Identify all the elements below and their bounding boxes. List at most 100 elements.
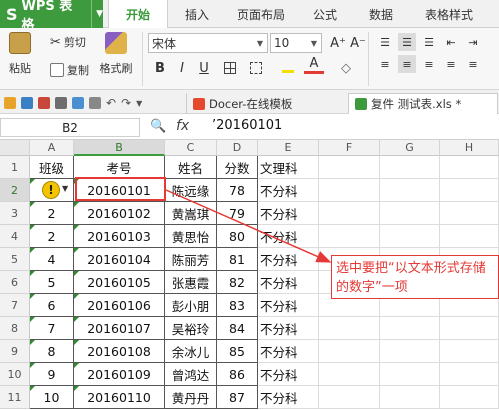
cell-e[interactable]: 不分科 (258, 294, 319, 317)
cell-e[interactable]: 不分科 (258, 271, 319, 294)
cell-d[interactable]: 分数 (217, 156, 258, 179)
distributed-icon[interactable]: ≡ (464, 55, 482, 73)
tab-table-style[interactable]: 表格样式 (412, 0, 486, 28)
docer-tab[interactable]: Docer-在线模板 (186, 93, 336, 114)
zoom-search-icon[interactable]: 🔍 (150, 119, 166, 134)
cell-d[interactable]: 84 (217, 317, 258, 340)
cell-f[interactable] (319, 386, 380, 409)
clear-format-button[interactable]: ◇ (336, 58, 356, 78)
italic-button[interactable]: I (172, 58, 192, 78)
cell-d[interactable]: 83 (217, 294, 258, 317)
align-bottom-icon[interactable]: ☰ (420, 33, 438, 51)
cell-g[interactable] (380, 179, 440, 202)
open-folder-icon[interactable] (4, 97, 16, 109)
cell-g[interactable] (380, 363, 440, 386)
cut-button[interactable]: ✂ 剪切 (50, 34, 86, 50)
select-all-corner[interactable] (0, 140, 30, 156)
font-name-select[interactable]: 宋体 ▼ (148, 33, 268, 53)
copy-button[interactable]: 复制 (50, 62, 89, 78)
cell-d[interactable]: 78 (217, 179, 258, 202)
shrink-font-button[interactable]: A⁻ (348, 33, 368, 53)
cell-h[interactable] (440, 386, 499, 409)
row-header[interactable]: 11 (0, 386, 30, 409)
cell-a[interactable]: 6 (30, 294, 74, 317)
cell-g[interactable] (380, 202, 440, 225)
cell-g[interactable] (380, 156, 440, 179)
bold-button[interactable]: B (150, 58, 170, 78)
cell-f[interactable] (319, 202, 380, 225)
cell-b[interactable]: 20160105 (74, 271, 165, 294)
align-top-icon[interactable]: ☰ (376, 33, 394, 51)
print-icon[interactable] (55, 97, 67, 109)
cell-e[interactable]: 文理科 (258, 156, 319, 179)
cell-f[interactable] (319, 179, 380, 202)
cell-a[interactable]: 2 (30, 202, 74, 225)
cell-h[interactable] (440, 317, 499, 340)
cell-c[interactable]: 余冰儿 (165, 340, 217, 363)
tab-data[interactable]: 数据 (356, 0, 406, 28)
cell-c[interactable]: 陈丽芳 (165, 248, 217, 271)
cell-a[interactable]: 2 (30, 225, 74, 248)
error-warning-icon[interactable]: ! (42, 181, 60, 199)
row-header[interactable]: 6 (0, 271, 30, 294)
tab-home[interactable]: 开始 (108, 0, 168, 29)
cell-c[interactable]: 彭小朋 (165, 294, 217, 317)
cell-b[interactable]: 20160109 (74, 363, 165, 386)
row-header[interactable]: 9 (0, 340, 30, 363)
cell-f[interactable] (319, 317, 380, 340)
row-header[interactable]: 3 (0, 202, 30, 225)
cell-a[interactable]: 4 (30, 248, 74, 271)
cell-b[interactable]: 20160110 (74, 386, 165, 409)
cell-a[interactable]: 班级 (30, 156, 74, 179)
cell-f[interactable] (319, 363, 380, 386)
redo-icon[interactable]: ↷ (121, 96, 131, 110)
outdent-icon[interactable]: ⇥ (464, 33, 482, 51)
cell-d[interactable]: 87 (217, 386, 258, 409)
spellcheck-icon[interactable] (89, 97, 101, 109)
format-painter-button[interactable]: 格式刷 (96, 32, 136, 76)
cell-g[interactable] (380, 317, 440, 340)
cell-a[interactable]: 9 (30, 363, 74, 386)
cell-d[interactable]: 85 (217, 340, 258, 363)
cell-c[interactable]: 吴裕玲 (165, 317, 217, 340)
save-icon[interactable] (21, 97, 33, 109)
fill-color-button[interactable] (278, 58, 298, 78)
row-header[interactable]: 7 (0, 294, 30, 317)
cell-e[interactable]: 不分科 (258, 340, 319, 363)
cell-g[interactable] (380, 386, 440, 409)
column-header-d[interactable]: D (217, 140, 258, 156)
font-color-button[interactable]: A (304, 56, 324, 74)
cell-a[interactable]: 8 (30, 340, 74, 363)
cell-d[interactable]: 80 (217, 225, 258, 248)
function-fx-button[interactable]: fx (176, 118, 189, 134)
column-header-a[interactable]: A (30, 140, 74, 156)
name-box[interactable]: B2 (0, 118, 140, 137)
cell-b[interactable]: 20160107 (74, 317, 165, 340)
cell-a[interactable]: 7 (30, 317, 74, 340)
tab-insert[interactable]: 插入 (172, 0, 222, 28)
indent-icon[interactable]: ⇤ (442, 33, 460, 51)
column-header-b[interactable]: B (74, 140, 165, 156)
row-header[interactable]: 5 (0, 248, 30, 271)
cell-f[interactable] (319, 340, 380, 363)
row-header[interactable]: 4 (0, 225, 30, 248)
merge-button[interactable] (246, 58, 266, 78)
cell-c[interactable]: 黄嵩琪 (165, 202, 217, 225)
align-left-icon[interactable]: ≡ (376, 55, 394, 73)
cell-g[interactable] (380, 340, 440, 363)
cell-h[interactable] (440, 340, 499, 363)
column-header-f[interactable]: F (319, 140, 380, 156)
row-header[interactable]: 10 (0, 363, 30, 386)
justify-icon[interactable]: ≡ (442, 55, 460, 73)
formula-input[interactable]: ’20160101 (212, 118, 282, 133)
align-middle-icon[interactable]: ☰ (398, 33, 416, 51)
row-header[interactable]: 8 (0, 317, 30, 340)
align-center-icon[interactable]: ≡ (398, 55, 416, 73)
cell-c[interactable]: 黄丹丹 (165, 386, 217, 409)
column-header-c[interactable]: C (165, 140, 217, 156)
export-pdf-icon[interactable] (38, 97, 50, 109)
cell-b[interactable]: 20160102 (74, 202, 165, 225)
cell-e[interactable]: 不分科 (258, 225, 319, 248)
font-size-select[interactable]: 10 ▼ (270, 33, 322, 53)
border-button[interactable] (220, 58, 240, 78)
